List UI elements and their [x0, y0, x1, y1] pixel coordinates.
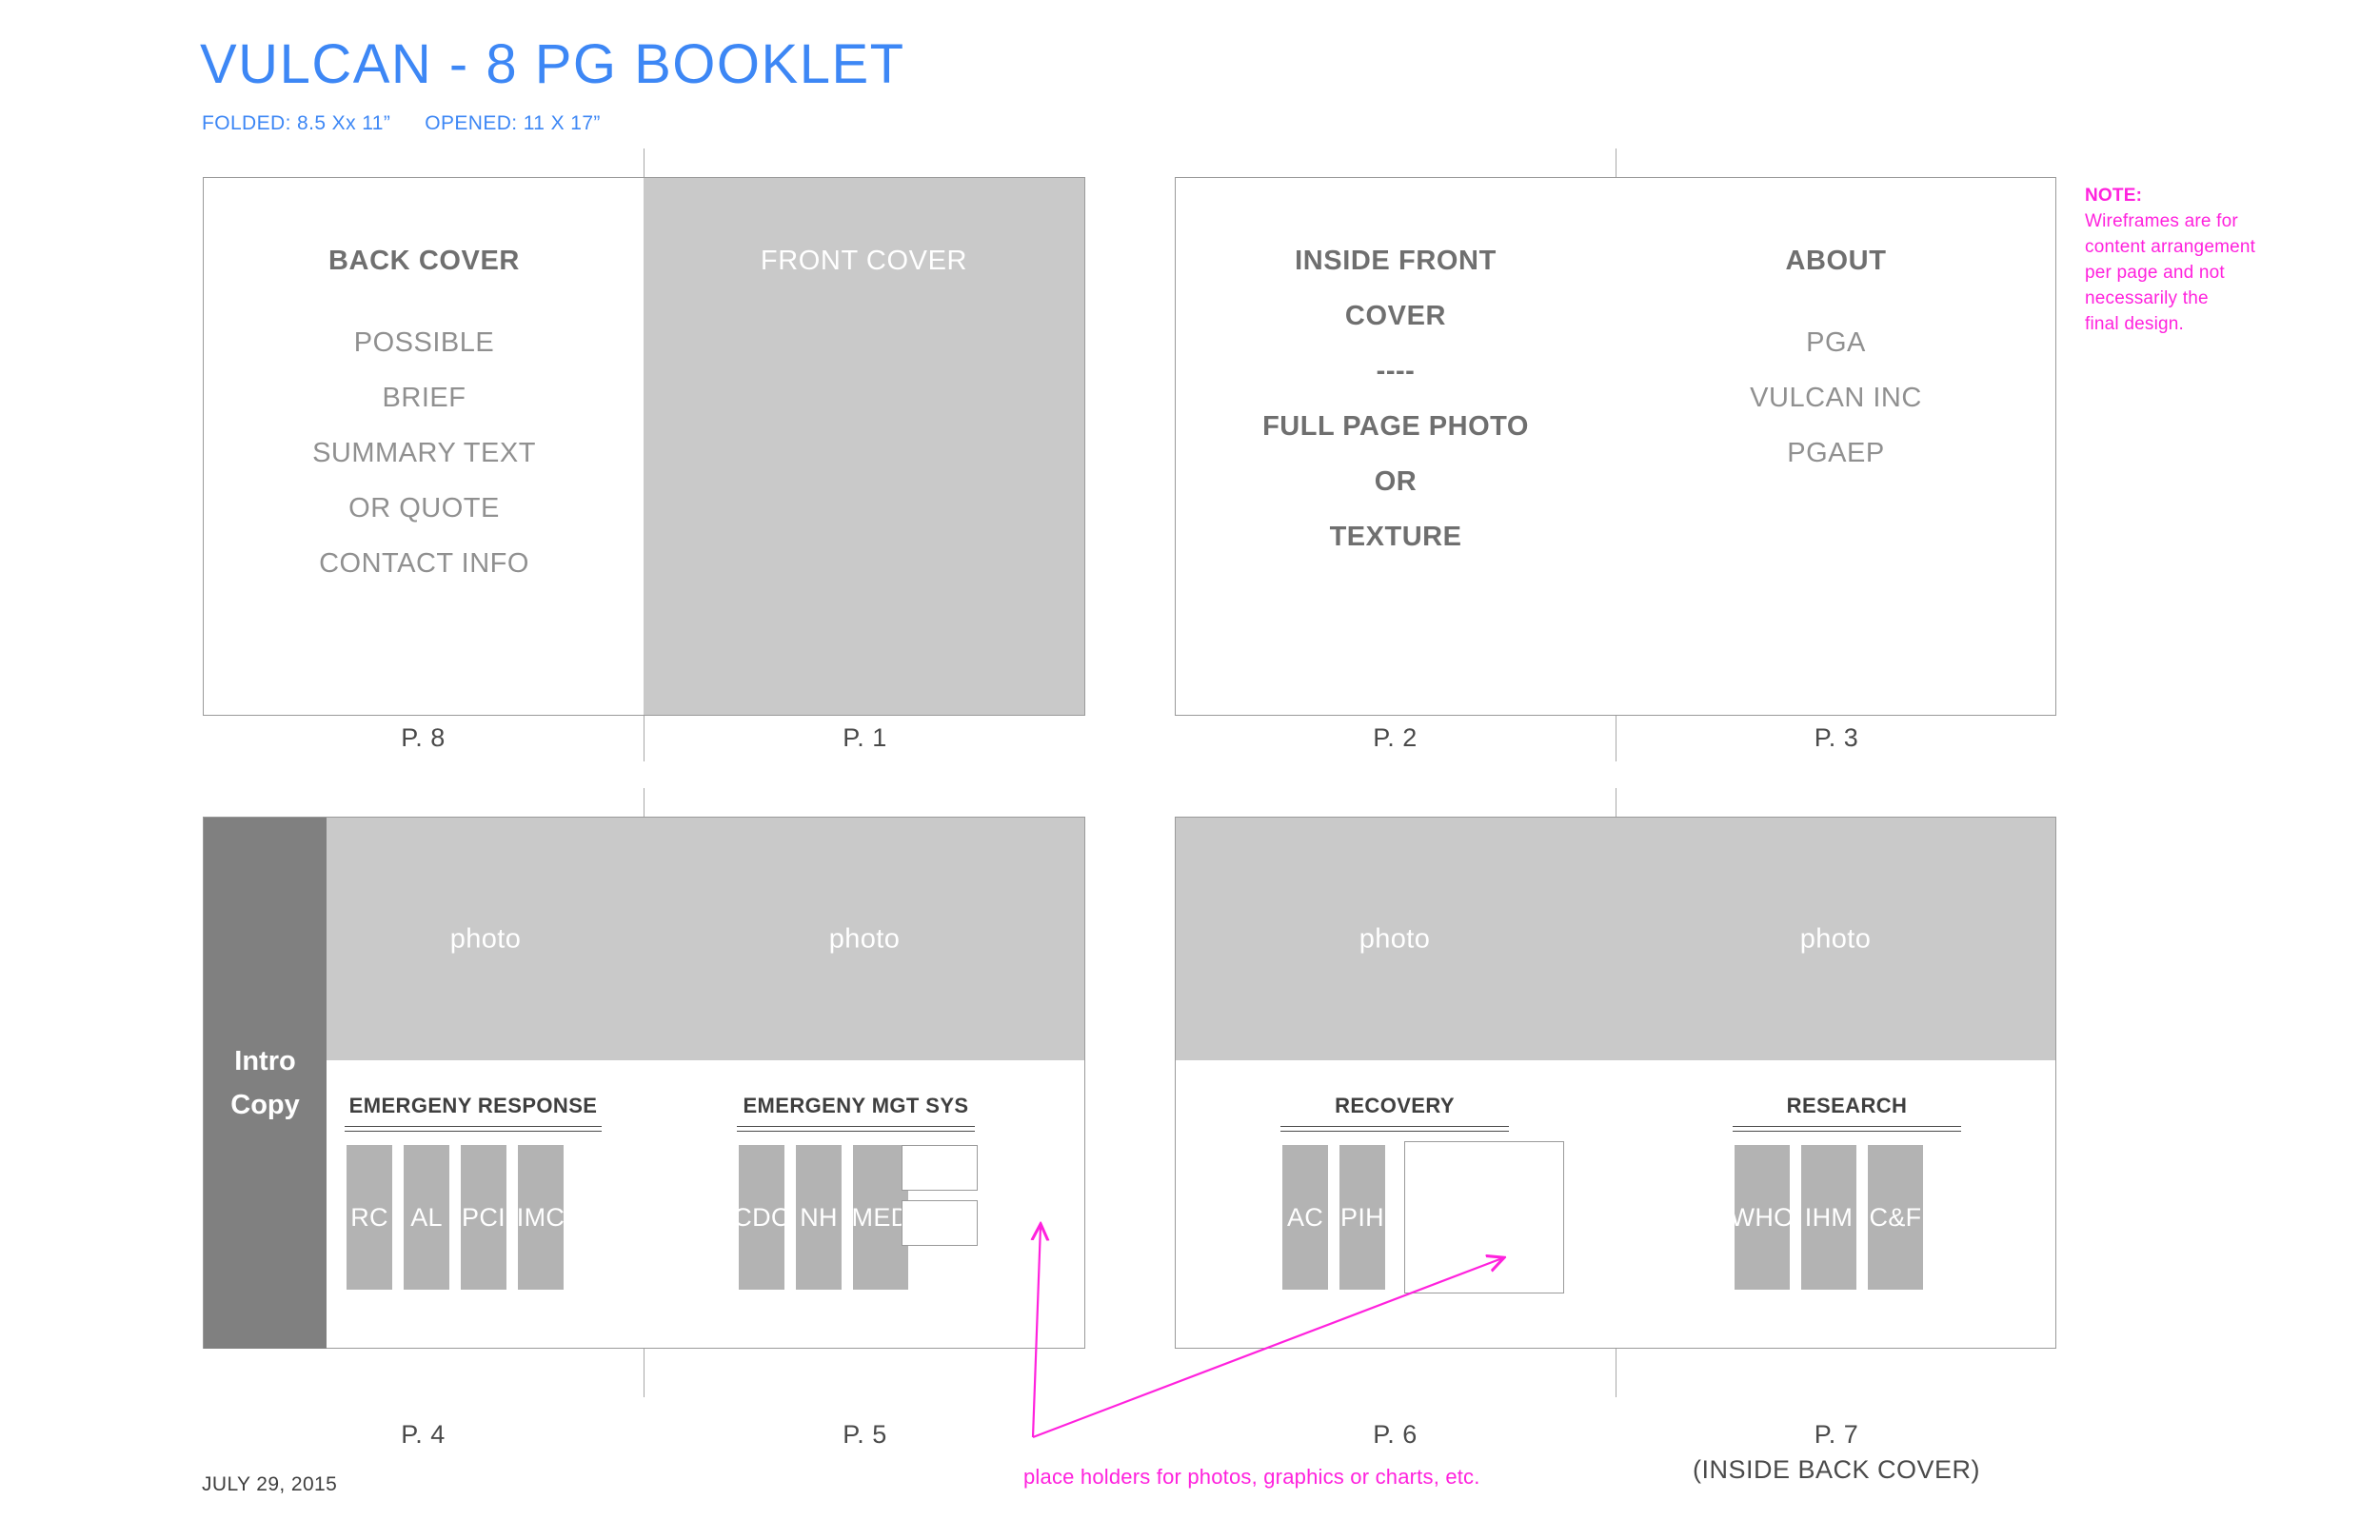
section-title-research: RESEARCH	[1786, 1094, 1908, 1117]
note-line-1: Wireframes are for	[2085, 211, 2238, 231]
page-label-p8: P. 8	[401, 723, 446, 752]
document-date: JULY 29, 2015	[202, 1473, 338, 1495]
spread-top-left: BACK COVER POSSIBLE BRIEF SUMMARY TEXT O…	[203, 177, 1085, 716]
inside-front-cover-body: INSIDE FRONT COVER ---- FULL PAGE PHOTO …	[1176, 233, 1616, 564]
back-cover-line-4: OR QUOTE	[348, 493, 500, 523]
note-line-4: necessarily the	[2085, 288, 2209, 308]
section-research: RESEARCH	[1733, 1094, 1961, 1132]
subtitle-opened: OPENED: 11 X 17”	[425, 112, 601, 134]
photo-band-bottom-left: photo photo	[204, 818, 1084, 1060]
about-lines: PGA VULCAN INC PGAEP	[1616, 315, 2055, 481]
page-subtitle: FOLDED: 8.5 Xx 11” OPENED: 11 X 17”	[202, 112, 601, 135]
inside-front-cover-line-3: OR	[1374, 466, 1418, 497]
panel-back-cover: BACK COVER POSSIBLE BRIEF SUMMARY TEXT O…	[204, 178, 645, 715]
about-line-2: VULCAN INC	[1750, 383, 1922, 413]
section-rule-emergency-response	[345, 1126, 602, 1132]
page-label-p7: P. 7 (INSIDE BACK COVER)	[1616, 1420, 2056, 1485]
inside-front-cover-line-4: TEXTURE	[1329, 522, 1462, 552]
about-line-1: PGA	[1806, 327, 1866, 358]
section-recovery: RECOVERY	[1280, 1094, 1509, 1132]
page-title: VULCAN - 8 PG BOOKLET	[200, 33, 905, 95]
inside-front-cover-line-2: FULL PAGE PHOTO	[1262, 411, 1529, 442]
chip-ac[interactable]: AC	[1282, 1145, 1328, 1290]
chip-rc[interactable]: RC	[347, 1145, 392, 1290]
page-label-p7-number: P. 7	[1814, 1420, 1859, 1449]
note-line-3: per page and not	[2085, 263, 2225, 283]
photo-placeholder-label-p6: photo	[1359, 923, 1431, 954]
photo-placeholder-label-p4: photo	[449, 923, 522, 954]
page-label-p3: P. 3	[1814, 723, 1859, 752]
note-heading: NOTE:	[2085, 186, 2143, 206]
chip-med[interactable]: MED	[852, 1145, 909, 1290]
about-line-3: PGAEP	[1787, 438, 1885, 468]
panel-inside-front-cover: INSIDE FRONT COVER ---- FULL PAGE PHOTO …	[1176, 178, 1616, 715]
chip-row-emergency-mgt-sys: CDC NH MED	[733, 1145, 909, 1290]
back-cover-line-1: POSSIBLE	[353, 327, 495, 358]
chip-row-recovery: AC PIH	[1282, 1145, 1385, 1290]
chip-row-emergency-response: RC AL PCI IMC	[347, 1145, 565, 1290]
back-cover-line-3: SUMMARY TEXT	[312, 438, 536, 468]
chip-al[interactable]: AL	[404, 1145, 449, 1290]
page-label-p5: P. 5	[843, 1420, 887, 1449]
placeholder-box-p5-top[interactable]	[902, 1145, 978, 1191]
section-rule-recovery	[1280, 1126, 1509, 1132]
chip-pci[interactable]: PCI	[461, 1145, 506, 1290]
section-title-recovery: RECOVERY	[1335, 1094, 1455, 1117]
spread-top-right: INSIDE FRONT COVER ---- FULL PAGE PHOTO …	[1175, 177, 2056, 716]
inside-front-cover-heading-line-2: COVER	[1344, 301, 1447, 331]
chip-who[interactable]: WHO	[1731, 1145, 1794, 1290]
photo-placeholder-label-p5: photo	[828, 923, 901, 954]
panel-about: ABOUT PGA VULCAN INC PGAEP	[1616, 178, 2055, 715]
chip-cf[interactable]: C&F	[1868, 1145, 1923, 1290]
page-label-p2: P. 2	[1373, 723, 1418, 752]
section-rule-research	[1733, 1126, 1961, 1132]
back-cover-heading: BACK COVER	[328, 246, 520, 276]
page-label-p6: P. 6	[1373, 1420, 1418, 1449]
callout-caption: place holders for photos, graphics or ch…	[1023, 1465, 1480, 1489]
chip-imc[interactable]: IMC	[517, 1145, 565, 1290]
inside-front-cover-lines: ---- FULL PAGE PHOTO OR TEXTURE	[1176, 344, 1616, 564]
spread-bottom-right: photo photo RECOVERY AC PIH RESEARCH WHO…	[1175, 817, 2056, 1349]
front-cover-body: FRONT COVER	[644, 233, 1084, 288]
note-block: NOTE: Wireframes are for content arrange…	[2085, 183, 2361, 337]
section-title-emergency-response: EMERGENY RESPONSE	[348, 1094, 598, 1117]
about-heading: ABOUT	[1785, 246, 1887, 276]
chip-pih[interactable]: PIH	[1339, 1145, 1385, 1290]
inside-front-cover-heading-line-1: INSIDE FRONT	[1295, 246, 1497, 276]
back-cover-line-2: BRIEF	[382, 383, 466, 413]
section-rule-emergency-mgt-sys	[737, 1126, 975, 1132]
intro-copy-block: Intro Copy	[204, 818, 327, 1349]
intro-copy-line-1: Intro	[234, 1046, 296, 1076]
chip-ihm[interactable]: IHM	[1801, 1145, 1856, 1290]
note-line-2: content arrangement	[2085, 237, 2256, 257]
photo-band-bottom-right: photo photo	[1176, 818, 2055, 1060]
about-body: ABOUT PGA VULCAN INC PGAEP	[1616, 233, 2055, 481]
back-cover-body: BACK COVER POSSIBLE BRIEF SUMMARY TEXT O…	[204, 233, 645, 591]
page-label-p7-sublabel: (INSIDE BACK COVER)	[1692, 1455, 1981, 1484]
chip-cdc[interactable]: CDC	[733, 1145, 789, 1290]
panel-front-cover: FRONT COVER	[644, 178, 1084, 715]
photo-placeholder-label-p7: photo	[1799, 923, 1872, 954]
back-cover-lines: POSSIBLE BRIEF SUMMARY TEXT OR QUOTE CON…	[204, 315, 645, 591]
note-line-5: final design.	[2085, 314, 2185, 334]
section-emergency-response: EMERGENY RESPONSE	[345, 1094, 602, 1132]
subtitle-folded: FOLDED: 8.5 Xx 11”	[202, 112, 391, 134]
intro-copy-line-2: Copy	[230, 1090, 300, 1120]
chip-row-research: WHO IHM C&F	[1731, 1145, 1923, 1290]
section-emergency-mgt-sys: EMERGENY MGT SYS	[737, 1094, 975, 1132]
back-cover-line-5: CONTACT INFO	[319, 548, 529, 579]
page-label-p4: P. 4	[401, 1420, 446, 1449]
spread-bottom-left: photo photo Intro Copy EMERGENY RESPONSE…	[203, 817, 1085, 1349]
chip-nh[interactable]: NH	[796, 1145, 842, 1290]
section-title-emergency-mgt-sys: EMERGENY MGT SYS	[743, 1094, 969, 1117]
inside-front-cover-line-1: ----	[1376, 356, 1416, 386]
page-label-p1: P. 1	[843, 723, 887, 752]
front-cover-heading: FRONT COVER	[760, 246, 968, 276]
placeholder-box-p5-bottom[interactable]	[902, 1200, 978, 1246]
placeholder-box-p6[interactable]	[1404, 1141, 1564, 1293]
